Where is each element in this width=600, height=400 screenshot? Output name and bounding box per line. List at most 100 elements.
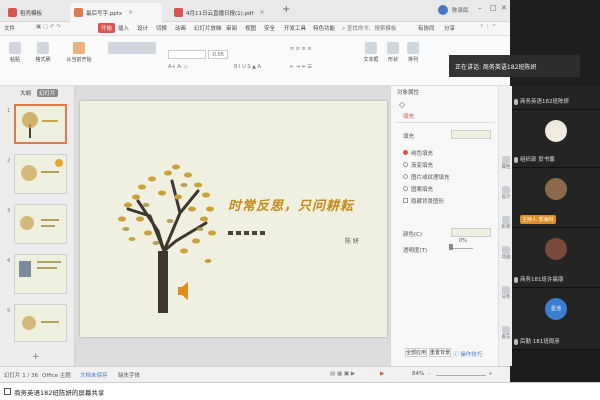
props-header: 对象属性 [397, 90, 420, 96]
menu-file[interactable]: 文件 [4, 24, 15, 32]
panel-tabs: 大纲 幻灯片 [0, 86, 75, 100]
vt-design[interactable]: 设计 [500, 186, 512, 200]
user-name[interactable]: 陈承民 [452, 6, 469, 14]
screen-share-icon [4, 388, 11, 395]
search-input[interactable]: ⌕ 查找命令、搜索模板 [342, 24, 396, 33]
reset-bg-button[interactable]: 重置背景 [429, 348, 451, 357]
menu-transition[interactable]: 切换 [156, 24, 167, 32]
avatar[interactable] [438, 5, 448, 15]
zoom-slider[interactable] [436, 375, 486, 376]
option-pattern: 图案填充 [411, 187, 434, 193]
play-from-current-button[interactable]: 从当前开始 [62, 42, 96, 63]
shape-label: 形状 [387, 57, 398, 63]
fill-section-tab[interactable]: 填充 [403, 112, 414, 120]
shape-icon [502, 216, 510, 224]
close-window-icon[interactable]: ✕ [501, 4, 507, 12]
slide-thumb-content [19, 261, 61, 277]
vt-memo[interactable]: 备忘 [500, 326, 512, 340]
properties-icon [502, 156, 510, 164]
slide-thumbnail-1[interactable] [14, 104, 67, 144]
avatar [545, 120, 567, 142]
maximize-icon[interactable]: □ [490, 4, 497, 12]
slide-thumbnail-5[interactable] [14, 304, 67, 342]
close-icon[interactable]: ✕ [128, 9, 133, 16]
zoom-in-icon[interactable]: + [488, 371, 493, 377]
participant-tile[interactable]: 组织部 贺书馨 [512, 110, 600, 168]
font-format-icons: B I U S ▲ A [234, 64, 261, 70]
arrange-button[interactable]: 排列 [404, 42, 422, 63]
fill-color-dropdown[interactable] [451, 130, 491, 139]
tab-slides[interactable]: 幻灯片 [37, 89, 58, 97]
save-status[interactable]: 文档未保存 [80, 371, 108, 379]
vt-properties[interactable]: 属性 [500, 156, 512, 170]
tips-link[interactable]: ⓘ 操作技巧 [453, 350, 482, 358]
tab-pdf[interactable]: 4月11日云直播日报(1).pdf ✕ [170, 3, 274, 22]
menu-review[interactable]: 审阅 [226, 24, 237, 32]
minimize-icon[interactable]: – [478, 4, 482, 12]
collab-button[interactable]: 有协同 [418, 24, 435, 32]
slider-thumb[interactable] [449, 244, 453, 250]
menu-animation[interactable]: 动画 [175, 24, 186, 32]
vt-label: 分析 [501, 295, 511, 300]
speaking-indicator: 正在讲话: 商务英语182班陈妍 [449, 55, 580, 77]
tab-outline[interactable]: 大纲 [20, 89, 31, 97]
zoom-level: 84% [412, 371, 425, 377]
paste-button[interactable]: 粘贴 [4, 42, 26, 63]
participant-tile[interactable]: 商务英语182班陈妍 [512, 86, 600, 110]
menu-slideshow[interactable]: 幻灯片放映 [194, 24, 222, 32]
shape-button[interactable]: 形状 [384, 42, 402, 63]
slide-canvas[interactable]: 时常反思，只问耕耘 陈 妍 [80, 101, 387, 337]
arrange-icon [407, 42, 419, 54]
menu-view[interactable]: 视图 [245, 24, 256, 32]
paste-icon [9, 42, 21, 54]
radio-picture[interactable] [403, 174, 408, 179]
play-icon[interactable]: ▶ [380, 371, 384, 377]
paste-label: 粘贴 [9, 57, 20, 63]
tree-thumb-icon [22, 112, 58, 138]
vt-animation[interactable]: 动画 [500, 246, 512, 260]
participant-tile[interactable]: 商务181班许晨康 [512, 228, 600, 288]
tab-daoke[interactable]: 稻壳模板 [4, 3, 62, 22]
slide-number: 3 [7, 208, 11, 214]
apply-all-button[interactable]: 全部应用 [405, 348, 427, 357]
radio-solid[interactable] [403, 150, 408, 155]
menu-features[interactable]: 特色功能 [313, 24, 335, 32]
vt-shape[interactable]: 形状 [500, 216, 512, 230]
close-icon[interactable]: ✕ [259, 9, 264, 16]
missing-font[interactable]: 缺失字体 [118, 371, 140, 379]
share-text: 商务英语182班陈妍的屏幕共享 [14, 388, 105, 397]
shape-icon [387, 42, 399, 54]
format-painter-button[interactable]: 格式刷 [30, 42, 56, 63]
format-painter-label: 格式刷 [35, 57, 51, 63]
slide-thumbnail-2[interactable] [14, 154, 67, 194]
textbox-button[interactable]: 文本框 [360, 42, 382, 63]
slide-tools [102, 42, 162, 56]
vt-label: 备忘 [501, 335, 511, 340]
zoom-out-icon[interactable]: – [428, 371, 431, 377]
menu-home[interactable]: 开始 [98, 23, 116, 33]
menu-insert[interactable]: 插入 [118, 24, 129, 32]
share-button[interactable]: 分享 [444, 24, 455, 32]
slide-thumbnail-3[interactable] [14, 204, 67, 244]
vt-analysis[interactable]: 分析 [500, 286, 512, 300]
participant-tile[interactable]: 星池 后勤 181班周彦 [512, 288, 600, 350]
transparency-slider[interactable] [451, 248, 473, 249]
radio-pattern[interactable] [403, 186, 408, 191]
font-size-field[interactable]: -0.05 [208, 50, 228, 59]
menu-design[interactable]: 设计 [137, 24, 148, 32]
font-name-field[interactable] [168, 50, 206, 59]
menu-devtools[interactable]: 开发工具 [284, 24, 306, 32]
slide-thumbnail-4[interactable] [14, 254, 67, 294]
color-dropdown[interactable] [451, 228, 491, 237]
new-tab-icon[interactable]: + [282, 4, 290, 15]
vt-label: 形状 [501, 225, 511, 230]
transparency-value: 0% [459, 238, 467, 244]
participant-tile[interactable]: 主持人 郭海林 [512, 168, 600, 228]
menu-security[interactable]: 安全 [264, 24, 275, 32]
mic-icon [514, 339, 518, 345]
tab-pptx[interactable]: 最后写字.pptx ✕ [70, 3, 162, 22]
fill-bucket-icon[interactable]: ◇ [399, 100, 405, 109]
add-slide-icon[interactable]: + [32, 352, 40, 362]
hide-bg-checkbox[interactable] [403, 198, 408, 203]
radio-gradient[interactable] [403, 162, 408, 167]
